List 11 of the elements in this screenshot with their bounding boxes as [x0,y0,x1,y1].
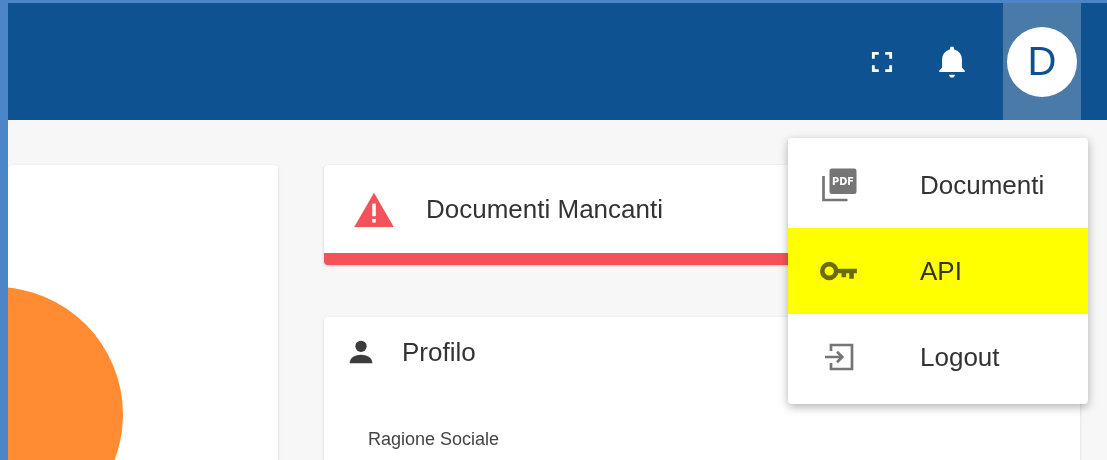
alert-title: Documenti Mancanti [426,193,663,225]
avatar-button[interactable]: D [1003,3,1081,120]
pdf-icon-text: PDF [832,176,854,187]
warning-icon [352,191,396,227]
key-icon [820,260,860,282]
avatar-initial: D [1007,26,1077,97]
menu-item[interactable]: Logout [788,314,1088,400]
field-label: Ragione Sociale [368,429,500,450]
menu-item[interactable]: PDF Documenti [788,142,1088,228]
menu-item[interactable]: API [788,228,1088,314]
profile-title: Profilo [402,336,476,368]
